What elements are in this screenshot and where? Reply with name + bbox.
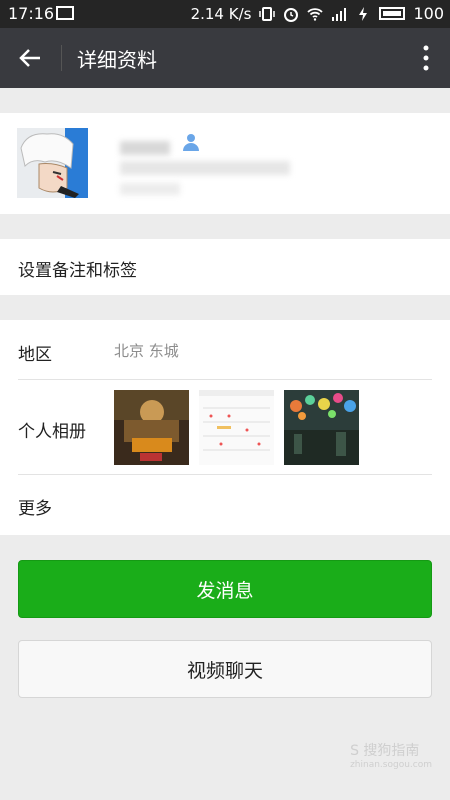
image-notification-icon bbox=[56, 6, 74, 20]
album-thumbnail-1 bbox=[114, 390, 189, 465]
watermark: S 搜狗指南 zhinan.sogou.com bbox=[350, 740, 432, 770]
album-thumbnail-3 bbox=[284, 390, 359, 465]
battery-level: 100 bbox=[413, 4, 444, 23]
page-title: 详细资料 bbox=[77, 48, 157, 72]
more-options-icon[interactable] bbox=[420, 42, 432, 74]
wifi-icon bbox=[307, 7, 324, 21]
status-time: 17:16 bbox=[8, 4, 55, 23]
divider bbox=[18, 474, 432, 475]
status-bar: 17:16 2.14 K/s 100 bbox=[0, 0, 450, 28]
blurred-nickname bbox=[120, 141, 170, 155]
blurred-wechat-id bbox=[120, 161, 290, 175]
album-label: 个人相册 bbox=[18, 422, 86, 442]
set-remark-tags-row[interactable]: 设置备注和标签 bbox=[0, 239, 450, 295]
region-label: 地区 bbox=[18, 345, 52, 365]
divider bbox=[18, 379, 432, 380]
region-value: 北京 东城 bbox=[114, 342, 179, 360]
video-chat-button[interactable]: 视频聊天 bbox=[18, 640, 432, 698]
contact-person-icon bbox=[183, 134, 199, 151]
details-section: 地区 北京 东城 个人相册 更多 bbox=[0, 320, 450, 535]
battery-icon bbox=[379, 7, 406, 20]
send-message-button[interactable]: 发消息 bbox=[18, 560, 432, 618]
album-thumbnail-2 bbox=[199, 390, 274, 465]
back-arrow-icon[interactable] bbox=[14, 42, 46, 74]
status-indicators: 2.14 K/s 100 bbox=[191, 4, 444, 23]
app-bar: 详细资料 bbox=[0, 28, 450, 88]
net-speed: 2.14 K/s bbox=[190, 4, 252, 23]
set-remark-tags-label: 设置备注和标签 bbox=[18, 261, 137, 281]
signal-icon bbox=[332, 7, 347, 21]
blurred-region-text bbox=[120, 183, 180, 195]
charging-icon bbox=[359, 6, 368, 21]
vibrate-icon bbox=[259, 6, 276, 21]
watermark-url: zhinan.sogou.com bbox=[350, 760, 432, 770]
alarm-icon bbox=[284, 7, 299, 22]
app-bar-divider bbox=[61, 45, 62, 71]
more-label: 更多 bbox=[18, 499, 52, 519]
watermark-text: S 搜狗指南 bbox=[350, 743, 420, 759]
avatar[interactable] bbox=[17, 128, 88, 198]
profile-card bbox=[0, 113, 450, 214]
